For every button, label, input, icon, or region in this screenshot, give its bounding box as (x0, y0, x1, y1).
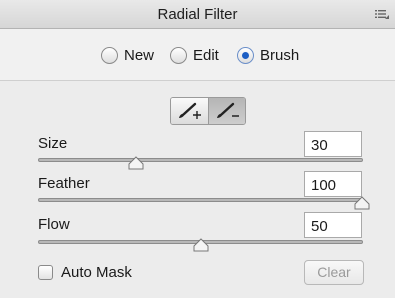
brush-erase-icon (216, 102, 239, 118)
panel-titlebar: Radial Filter (0, 0, 395, 29)
radio-new-indicator[interactable] (101, 46, 118, 64)
auto-mask-checkbox-box[interactable] (38, 264, 53, 280)
mode-new-label: New (124, 46, 155, 64)
flow-value-field[interactable]: 50 (304, 212, 362, 238)
mode-edit-radio[interactable]: Edit (170, 45, 219, 65)
feather-slider-thumb[interactable] (354, 196, 370, 210)
mode-selector: New Edit Brush (0, 29, 395, 81)
brush-add-button[interactable] (171, 98, 208, 124)
radio-brush-indicator[interactable] (237, 46, 254, 64)
brush-mode-toggle (170, 97, 246, 125)
radio-edit-indicator[interactable] (170, 46, 187, 64)
flow-slider-thumb[interactable] (193, 238, 209, 252)
panel-title: Radial Filter (157, 6, 238, 23)
feather-value-field[interactable]: 100 (304, 171, 362, 197)
feather-label: Feather (38, 175, 90, 192)
mode-edit-label: Edit (193, 46, 219, 64)
auto-mask-label: Auto Mask (61, 263, 132, 281)
flow-label: Flow (38, 216, 70, 233)
brush-add-icon (179, 102, 202, 119)
mode-brush-label: Brush (260, 46, 300, 64)
brush-erase-button[interactable] (207, 98, 245, 124)
mode-new-radio[interactable]: New (101, 45, 154, 65)
panel-menu-icon[interactable] (375, 9, 389, 19)
clear-button[interactable]: Clear (304, 260, 364, 285)
mode-brush-radio[interactable]: Brush (237, 45, 299, 65)
size-slider-thumb[interactable] (128, 156, 144, 170)
size-value-field[interactable]: 30 (304, 131, 362, 157)
auto-mask-checkbox[interactable]: Auto Mask (38, 263, 132, 281)
size-label: Size (38, 135, 68, 152)
feather-slider-track[interactable] (38, 198, 363, 202)
size-slider-track[interactable] (38, 158, 363, 162)
